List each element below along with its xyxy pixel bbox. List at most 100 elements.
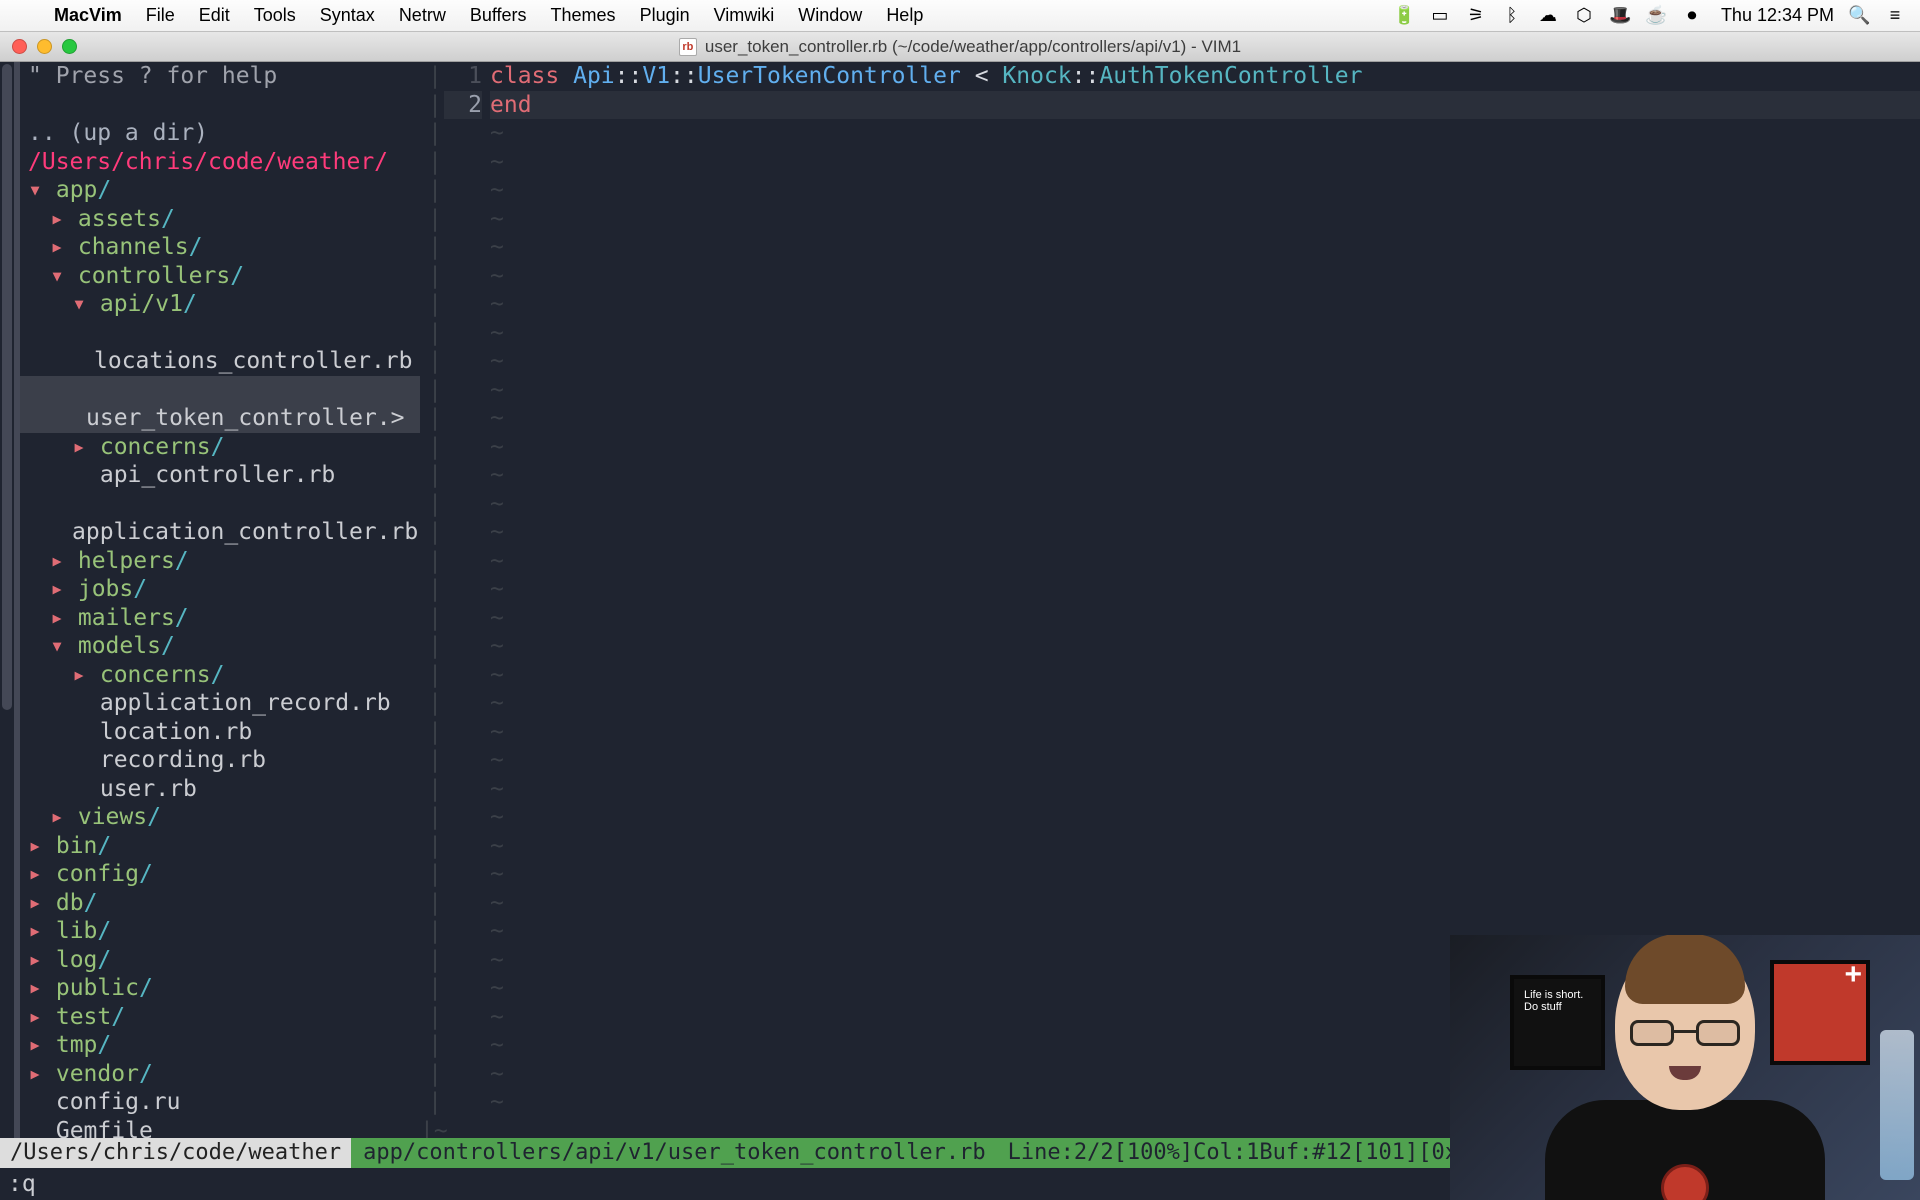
netrw-help: " Press ? for help <box>28 62 420 91</box>
tree-dir-test[interactable]: ▸ test/ <box>28 1003 420 1032</box>
menubar-clock[interactable]: Thu 12:34 PM <box>1717 5 1834 26</box>
vertical-split-divider[interactable]: ||||||||||||||||||||||||||||||||||||||~ <box>420 62 444 1138</box>
cloud-icon[interactable]: ☁ <box>1537 5 1559 26</box>
wall-lamp <box>1880 1030 1914 1180</box>
tree-file-api-controller-rb[interactable]: api_controller.rb <box>28 461 420 490</box>
code-empty: ~ <box>490 490 1920 519</box>
tree-dir-app[interactable]: ▾ app/ <box>28 176 420 205</box>
code-empty: ~ <box>490 347 1920 376</box>
wifi-icon[interactable]: ⚞ <box>1465 5 1487 26</box>
dropbox-icon[interactable]: ⬡ <box>1573 5 1595 26</box>
code-empty: ~ <box>490 148 1920 177</box>
tree-dir-controllers[interactable]: ▾ controllers/ <box>28 262 420 291</box>
netrw-scrollbar[interactable] <box>0 62 14 1138</box>
presenter <box>1545 940 1825 1200</box>
filetype-badge-icon: rb <box>679 38 697 56</box>
menubar-item-themes[interactable]: Themes <box>539 5 628 26</box>
code-empty: ~ <box>490 262 1920 291</box>
webcam-overlay: Life is short. Do stuff <box>1450 935 1920 1200</box>
code-empty: ~ <box>490 718 1920 747</box>
code-empty: ~ <box>490 604 1920 633</box>
tree-file-config-ru[interactable]: config.ru <box>28 1088 420 1117</box>
code-empty: ~ <box>490 433 1920 462</box>
menubar-item-syntax[interactable]: Syntax <box>308 5 387 26</box>
code-empty: ~ <box>490 575 1920 604</box>
line-number: 1 <box>444 62 482 91</box>
menubar-item-vimwiki[interactable]: Vimwiki <box>702 5 787 26</box>
menubar-item-tools[interactable]: Tools <box>242 5 308 26</box>
tree-dir-views[interactable]: ▸ views/ <box>28 803 420 832</box>
code-empty: ~ <box>490 860 1920 889</box>
tree-file-locations-controller-rb[interactable]: locations_controller.rb <box>28 319 420 376</box>
tree-file-user-rb[interactable]: user.rb <box>28 775 420 804</box>
tree-dir-concerns[interactable]: ▸ concerns/ <box>28 433 420 462</box>
code-empty: ~ <box>490 461 1920 490</box>
window-titlebar[interactable]: rb user_token_controller.rb (~/code/weat… <box>0 32 1920 62</box>
code-line-1[interactable]: class Api::V1::UserTokenController < Kno… <box>490 62 1920 91</box>
tree-dir-tmp[interactable]: ▸ tmp/ <box>28 1031 420 1060</box>
code-empty: ~ <box>490 404 1920 433</box>
tree-dir-helpers[interactable]: ▸ helpers/ <box>28 547 420 576</box>
hat-icon[interactable]: 🎩 <box>1609 5 1631 26</box>
tree-file-application-controller-rb[interactable]: application_controller.rb <box>28 490 420 547</box>
tree-dir-log[interactable]: ▸ log/ <box>28 946 420 975</box>
window-title: user_token_controller.rb (~/code/weather… <box>705 37 1241 57</box>
mac-menubar: MacVim FileEditToolsSyntaxNetrwBuffersTh… <box>0 0 1920 32</box>
tree-dir-vendor[interactable]: ▸ vendor/ <box>28 1060 420 1089</box>
tree-dir-config[interactable]: ▸ config/ <box>28 860 420 889</box>
code-empty: ~ <box>490 319 1920 348</box>
menubar-app-name[interactable]: MacVim <box>42 5 134 26</box>
coffee-icon[interactable]: ☕ <box>1645 5 1667 26</box>
code-empty: ~ <box>490 119 1920 148</box>
code-line-2[interactable]: end <box>490 91 1920 120</box>
code-empty: ~ <box>490 746 1920 775</box>
tree-dir-models[interactable]: ▾ models/ <box>28 632 420 661</box>
menubar-item-buffers[interactable]: Buffers <box>458 5 539 26</box>
tree-file-gemfile[interactable]: Gemfile <box>28 1117 420 1139</box>
code-empty: ~ <box>490 205 1920 234</box>
netrw-cwd: /Users/chris/code/weather/ <box>28 148 420 177</box>
code-empty: ~ <box>490 376 1920 405</box>
menubar-item-file[interactable]: File <box>134 5 187 26</box>
code-empty: ~ <box>490 632 1920 661</box>
code-empty: ~ <box>490 290 1920 319</box>
spotlight-icon[interactable]: 🔍 <box>1848 5 1870 26</box>
file-tree[interactable]: " Press ? for help .. (up a dir)/Users/c… <box>14 62 420 1138</box>
notification-center-icon[interactable]: ≡ <box>1884 5 1906 26</box>
tree-dir-jobs[interactable]: ▸ jobs/ <box>28 575 420 604</box>
tree-dir-api-v1[interactable]: ▾ api/v1/ <box>28 290 420 319</box>
tree-dir-concerns[interactable]: ▸ concerns/ <box>28 661 420 690</box>
menubar-item-window[interactable]: Window <box>786 5 874 26</box>
display-icon[interactable]: ▭ <box>1429 5 1451 26</box>
menubar-item-netrw[interactable]: Netrw <box>387 5 458 26</box>
tree-dir-assets[interactable]: ▸ assets/ <box>28 205 420 234</box>
code-empty: ~ <box>490 547 1920 576</box>
code-empty: ~ <box>490 832 1920 861</box>
code-empty: ~ <box>490 689 1920 718</box>
status-file: app/controllers/api/v1/user_token_contro… <box>351 1138 998 1168</box>
tree-dir-db[interactable]: ▸ db/ <box>28 889 420 918</box>
menubar-item-help[interactable]: Help <box>874 5 935 26</box>
tree-dir-public[interactable]: ▸ public/ <box>28 974 420 1003</box>
camera-icon[interactable]: ⏺ <box>1681 5 1703 26</box>
tree-file-user-token-controller-[interactable]: user_token_controller.> <box>20 376 420 433</box>
code-empty: ~ <box>490 518 1920 547</box>
menubar-item-plugin[interactable]: Plugin <box>628 5 702 26</box>
status-cwd: /Users/chris/code/weather <box>0 1138 351 1168</box>
netrw-blank <box>28 91 420 120</box>
tree-file-application-record-rb[interactable]: application_record.rb <box>28 689 420 718</box>
tree-dir-lib[interactable]: ▸ lib/ <box>28 917 420 946</box>
code-empty: ~ <box>490 233 1920 262</box>
tree-dir-channels[interactable]: ▸ channels/ <box>28 233 420 262</box>
code-empty: ~ <box>490 661 1920 690</box>
tree-dir-mailers[interactable]: ▸ mailers/ <box>28 604 420 633</box>
bluetooth-icon[interactable]: ᛒ <box>1501 5 1523 26</box>
tree-file-location-rb[interactable]: location.rb <box>28 718 420 747</box>
menubar-item-edit[interactable]: Edit <box>187 5 242 26</box>
code-empty: ~ <box>490 775 1920 804</box>
battery-icon[interactable]: 🔋 <box>1393 5 1415 26</box>
tree-dir-bin[interactable]: ▸ bin/ <box>28 832 420 861</box>
tree-file-recording-rb[interactable]: recording.rb <box>28 746 420 775</box>
code-empty: ~ <box>490 803 1920 832</box>
netrw-updir[interactable]: .. (up a dir) <box>28 119 420 148</box>
